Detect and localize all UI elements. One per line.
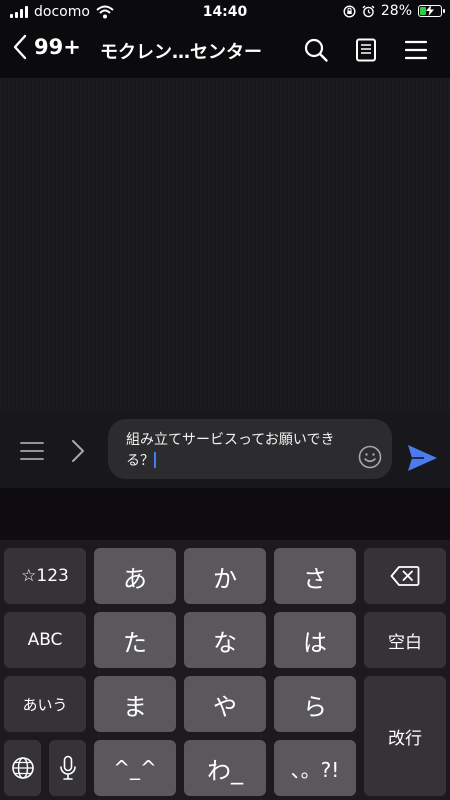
search-icon [304, 38, 328, 62]
key-ma[interactable]: ま [94, 676, 176, 732]
key-emoticon[interactable]: ^_^ [94, 740, 176, 796]
key-punctuation[interactable]: 、。?! [274, 740, 356, 796]
key-numbers[interactable]: ☆123 [4, 548, 86, 604]
key-label: な [213, 628, 237, 657]
key-label: た [123, 628, 147, 657]
key-ta[interactable]: た [94, 612, 176, 668]
key-label: は [303, 628, 327, 657]
key-abc[interactable]: ABC [4, 612, 86, 668]
globe-icon [11, 757, 34, 779]
alarm-icon [362, 4, 375, 17]
key-ha[interactable]: は [274, 612, 356, 668]
status-right: 28% [343, 3, 445, 19]
menu-button[interactable] [402, 36, 430, 64]
battery-charging-icon [418, 5, 445, 17]
input-bar: 組み立てサービスってお願いできる？ [0, 410, 450, 488]
key-label: ら [303, 692, 327, 721]
key-label: あ [123, 564, 147, 593]
key-sa[interactable]: さ [274, 548, 356, 604]
chat-title: モクレン…センター [100, 42, 262, 63]
key-label: 空白 [388, 632, 422, 653]
key-label: か [213, 564, 237, 593]
chat-area[interactable] [0, 78, 450, 410]
key-label: ABC [27, 630, 63, 650]
key-globe[interactable] [4, 740, 41, 796]
key-wa[interactable]: わ_ [184, 740, 266, 796]
delete-icon [390, 566, 420, 586]
search-button[interactable] [302, 36, 330, 64]
key-label: 、。?! [290, 757, 340, 782]
key-ra[interactable]: ら [274, 676, 356, 732]
key-enter[interactable]: 改行 [364, 676, 446, 796]
key-label: 改行 [388, 728, 422, 749]
key-label: や [213, 692, 237, 721]
status-bar: docomo 14:40 28% [0, 0, 450, 24]
menu-icon [20, 442, 44, 460]
message-text: 組み立てサービスってお願いできる？ [126, 432, 335, 469]
menu-icon [404, 40, 428, 60]
japanese-keyboard: ☆123 あ か さ ABC た な は 空白 あいう ま や ら 改行 ^_^… [0, 540, 450, 800]
key-label: あいう [22, 695, 68, 714]
key-a[interactable]: あ [94, 548, 176, 604]
keyboard-gap [0, 488, 450, 540]
key-delete[interactable] [364, 548, 446, 604]
message-input[interactable]: 組み立てサービスってお願いできる？ [108, 419, 392, 479]
back-chevron-icon [13, 34, 27, 60]
key-aiu[interactable]: あいう [4, 676, 86, 732]
key-microphone[interactable] [49, 740, 86, 796]
key-label: ま [123, 692, 147, 721]
more-menu-button[interactable] [19, 438, 45, 464]
key-label: さ [303, 564, 327, 593]
notes-icon [356, 38, 376, 62]
send-button[interactable] [406, 444, 438, 472]
back-button[interactable]: 99+ [12, 34, 81, 60]
notes-button[interactable] [352, 36, 380, 64]
key-label: ^_^ [113, 756, 157, 780]
key-label: わ_ [207, 756, 243, 785]
key-ya[interactable]: や [184, 676, 266, 732]
emoji-icon [358, 445, 382, 469]
microphone-icon [59, 755, 76, 780]
key-label: ☆123 [21, 566, 69, 586]
key-na[interactable]: な [184, 612, 266, 668]
chevron-right-icon [72, 440, 84, 462]
text-caret [154, 452, 156, 468]
expand-button[interactable] [65, 438, 91, 464]
chat-header: 99+ モクレン…センター [0, 24, 450, 78]
key-space[interactable]: 空白 [364, 612, 446, 668]
emoji-button[interactable] [358, 445, 382, 469]
orientation-lock-icon [343, 4, 356, 18]
key-ka[interactable]: か [184, 548, 266, 604]
send-icon [408, 445, 437, 471]
battery-percent: 28% [380, 3, 412, 19]
unread-count: 99+ [34, 35, 81, 59]
